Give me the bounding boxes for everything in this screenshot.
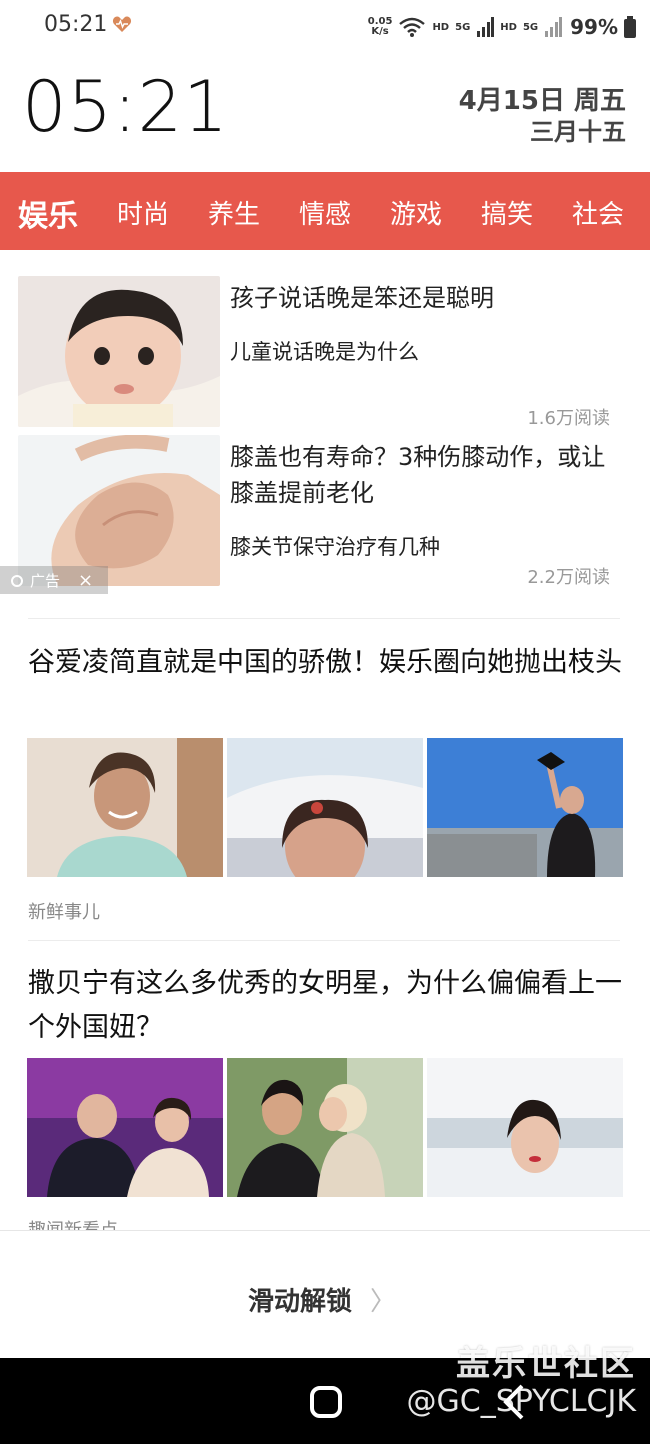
battery-percent: 99% (570, 15, 618, 39)
status-icons: 0.05 K/s HD 5G HD 5G 99% (368, 12, 636, 42)
lock-clock: 05:21 (22, 66, 229, 148)
battery-icon (624, 16, 636, 38)
signal-label-2: 5G (522, 21, 539, 33)
tab-funny[interactable]: 搞笑 (481, 194, 533, 231)
signal-icon-2 (545, 17, 563, 37)
tab-fashion[interactable]: 时尚 (117, 194, 169, 231)
ad-badge: 广告 × (0, 566, 108, 594)
ad-close-icon[interactable]: × (78, 570, 93, 591)
tab-entertainment[interactable]: 娱乐 (18, 191, 78, 235)
hd-label-2: HD (500, 21, 517, 33)
article-photo (227, 738, 423, 877)
net-speed: 0.05 K/s (368, 17, 393, 37)
read-count: 2.2万阅读 (527, 567, 610, 588)
baby-photo (18, 276, 220, 427)
read-count: 1.6万阅读 (527, 408, 610, 429)
lock-screen: 05:21 0.05 K/s HD 5G HD 5G 99% 05:21 4月1… (0, 0, 650, 1444)
heart-icon (112, 16, 132, 32)
article-image-row[interactable] (27, 1058, 623, 1197)
home-button[interactable] (310, 1386, 342, 1418)
tab-health[interactable]: 养生 (208, 194, 260, 231)
signal-label-1: 5G (455, 21, 471, 33)
ad-subtitle: 儿童说话晚是为什么 (230, 340, 419, 364)
divider (28, 940, 620, 941)
watermark-line2: @GC_SPYCLCJK (406, 1384, 636, 1419)
watermark-line1: 盖乐世社区 (456, 1344, 636, 1384)
status-bar: 05:21 0.05 K/s HD 5G HD 5G 99% (0, 0, 650, 54)
article-photo (227, 1058, 423, 1197)
ad-article-1[interactable]: 孩子说话晚是笨还是聪明 儿童说话晚是为什么 1.6万阅读 (18, 276, 628, 429)
signal-icon (477, 17, 495, 37)
article-photo (27, 1058, 223, 1197)
ad-article-2[interactable]: 膝盖也有寿命？3种伤膝动作，或让膝盖提前老化 膝关节保守治疗有几种 2.2万阅读 (18, 435, 628, 588)
article-photo (427, 738, 623, 877)
article-source: 新鲜事儿 (28, 902, 100, 923)
ad-label: 广告 (30, 571, 61, 590)
wifi-icon (399, 17, 426, 37)
article-title[interactable]: 谷爱凌简直就是中国的骄傲！娱乐圈向她抛出枝头 (28, 641, 628, 685)
article-title[interactable]: 撒贝宁有这么多优秀的女明星，为什么偏偏看上一个外国妞？ (28, 962, 628, 1050)
knee-photo (18, 435, 220, 586)
hd-label-1: HD (432, 21, 450, 33)
camera-icon (11, 575, 23, 587)
tab-society[interactable]: 社会 (572, 194, 624, 231)
article-photo (427, 1058, 623, 1197)
net-speed-unit: K/s (371, 26, 389, 37)
category-tabs: 娱乐 时尚 养生 情感 游戏 搞笑 社会 (0, 172, 650, 250)
lunar-date: 三月十五 (530, 118, 626, 146)
chevron-right-icon: 〉 (370, 1287, 397, 1317)
article-photo (27, 738, 223, 877)
tab-games[interactable]: 游戏 (390, 194, 442, 231)
swipe-unlock-label[interactable]: 滑动解锁 (248, 1281, 352, 1318)
article-image-row[interactable] (27, 738, 623, 877)
ad-title: 孩子说话晚是笨还是聪明 (230, 284, 494, 312)
tab-emotion[interactable]: 情感 (299, 194, 351, 231)
ad-subtitle: 膝关节保守治疗有几种 (230, 535, 440, 559)
ad-title: 膝盖也有寿命？3种伤膝动作，或让膝盖提前老化 (230, 443, 606, 507)
status-time: 05:21 (44, 12, 108, 37)
divider (28, 618, 620, 619)
